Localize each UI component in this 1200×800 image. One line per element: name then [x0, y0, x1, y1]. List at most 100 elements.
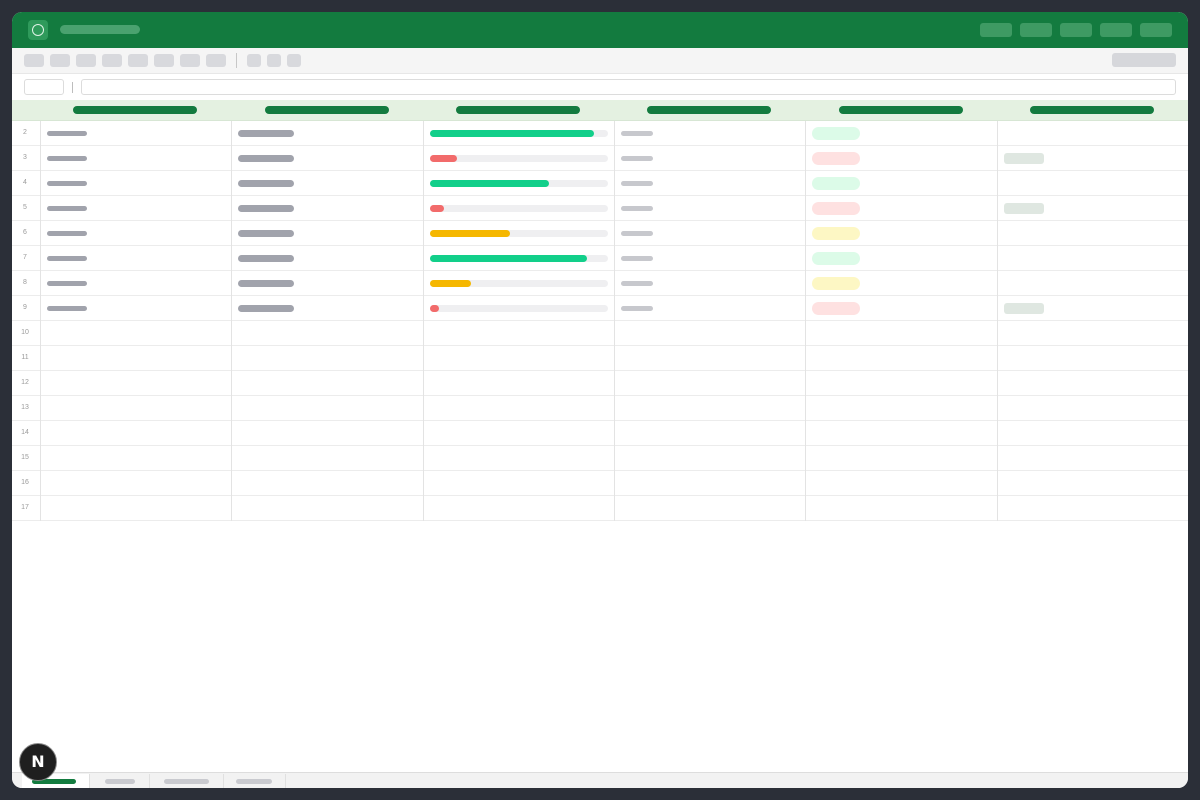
column-header-e[interactable]: [805, 100, 997, 121]
grid-cell[interactable]: [40, 471, 231, 496]
grid-cell[interactable]: [231, 321, 423, 346]
row-number[interactable]: 12: [12, 371, 40, 396]
sheet-tab-2[interactable]: [90, 774, 150, 788]
toolbar-button-5[interactable]: [128, 54, 148, 67]
formula-input[interactable]: [81, 79, 1176, 95]
grid-cell[interactable]: [423, 371, 614, 396]
grid-cell[interactable]: [805, 496, 997, 521]
grid-cell[interactable]: [805, 196, 997, 221]
grid-cell[interactable]: [40, 396, 231, 421]
grid-cell[interactable]: [40, 196, 231, 221]
toolbar-button-10[interactable]: [267, 54, 281, 67]
grid-cell[interactable]: [231, 446, 423, 471]
grid-cell[interactable]: [40, 446, 231, 471]
grid-cell[interactable]: [997, 371, 1188, 396]
toolbar-button-2[interactable]: [50, 54, 70, 67]
grid-cell[interactable]: [997, 296, 1188, 321]
grid-cell[interactable]: [231, 146, 423, 171]
grid-cell[interactable]: [614, 421, 805, 446]
grid-cell[interactable]: [231, 121, 423, 146]
grid-cell[interactable]: [614, 446, 805, 471]
grid-cell[interactable]: [423, 496, 614, 521]
grid-cell[interactable]: [423, 196, 614, 221]
grid-cell[interactable]: [805, 296, 997, 321]
grid-cell[interactable]: [423, 446, 614, 471]
grid-cell[interactable]: [40, 246, 231, 271]
grid-cell[interactable]: [40, 346, 231, 371]
grid-cell[interactable]: [614, 321, 805, 346]
grid-cell[interactable]: [614, 271, 805, 296]
row-number[interactable]: 8: [12, 271, 40, 296]
grid-cell[interactable]: [614, 246, 805, 271]
title-action-button-2[interactable]: [1020, 23, 1052, 37]
grid-cell[interactable]: [614, 396, 805, 421]
row-number[interactable]: 4: [12, 171, 40, 196]
grid-cell[interactable]: [423, 471, 614, 496]
grid-cell[interactable]: [231, 271, 423, 296]
grid-cell[interactable]: [40, 321, 231, 346]
grid-cell[interactable]: [40, 371, 231, 396]
grid-cell[interactable]: [614, 196, 805, 221]
grid-cell[interactable]: [805, 346, 997, 371]
grid-cell[interactable]: [805, 446, 997, 471]
grid-cell[interactable]: [997, 396, 1188, 421]
grid-cell[interactable]: [423, 171, 614, 196]
grid-cell[interactable]: [997, 171, 1188, 196]
grid-cell[interactable]: [805, 271, 997, 296]
row-number[interactable]: 13: [12, 396, 40, 421]
grid-cell[interactable]: [805, 471, 997, 496]
column-header-a[interactable]: [40, 100, 231, 121]
grid-cell[interactable]: [231, 221, 423, 246]
grid-cell[interactable]: [997, 471, 1188, 496]
grid-cell[interactable]: [614, 121, 805, 146]
toolbar-button-8[interactable]: [206, 54, 226, 67]
grid-cell[interactable]: [231, 196, 423, 221]
column-header-c[interactable]: [423, 100, 614, 121]
column-header-b[interactable]: [231, 100, 423, 121]
grid-cell[interactable]: [997, 221, 1188, 246]
grid-cell[interactable]: [423, 296, 614, 321]
grid-cell[interactable]: [231, 396, 423, 421]
sheet-tab-4[interactable]: [224, 774, 286, 788]
grid-cell[interactable]: [231, 246, 423, 271]
grid-cell[interactable]: [231, 371, 423, 396]
grid-cell[interactable]: [997, 346, 1188, 371]
grid-cell[interactable]: [614, 371, 805, 396]
grid-cell[interactable]: [805, 396, 997, 421]
grid-cell[interactable]: [423, 271, 614, 296]
title-action-button-5[interactable]: [1140, 23, 1172, 37]
row-number[interactable]: 2: [12, 121, 40, 146]
grid-cell[interactable]: [40, 496, 231, 521]
grid-cell[interactable]: [40, 121, 231, 146]
grid-cell[interactable]: [231, 421, 423, 446]
grid-cell[interactable]: [997, 121, 1188, 146]
grid-cell[interactable]: [805, 121, 997, 146]
grid-cell[interactable]: [423, 396, 614, 421]
grid-cell[interactable]: [805, 146, 997, 171]
row-number[interactable]: 14: [12, 421, 40, 446]
name-box[interactable]: [24, 79, 64, 95]
grid-cell[interactable]: [423, 246, 614, 271]
row-number[interactable]: 6: [12, 221, 40, 246]
sheet-tab-3[interactable]: [150, 774, 224, 788]
column-header-f[interactable]: [997, 100, 1188, 121]
row-number[interactable]: 16: [12, 471, 40, 496]
grid-cell[interactable]: [423, 421, 614, 446]
grid-cell[interactable]: [423, 346, 614, 371]
grid-cell[interactable]: [423, 321, 614, 346]
row-number[interactable]: 15: [12, 446, 40, 471]
grid-cell[interactable]: [40, 146, 231, 171]
grid-cell[interactable]: [997, 421, 1188, 446]
toolbar-button-4[interactable]: [102, 54, 122, 67]
row-number[interactable]: 9: [12, 296, 40, 321]
grid-cell[interactable]: [614, 346, 805, 371]
row-number[interactable]: 7: [12, 246, 40, 271]
grid-cell[interactable]: [997, 496, 1188, 521]
row-number[interactable]: 3: [12, 146, 40, 171]
toolbar-button-1[interactable]: [24, 54, 44, 67]
row-number[interactable]: 5: [12, 196, 40, 221]
row-number[interactable]: 11: [12, 346, 40, 371]
grid-cell[interactable]: [997, 246, 1188, 271]
grid-cell[interactable]: [805, 421, 997, 446]
grid-cell[interactable]: [231, 346, 423, 371]
